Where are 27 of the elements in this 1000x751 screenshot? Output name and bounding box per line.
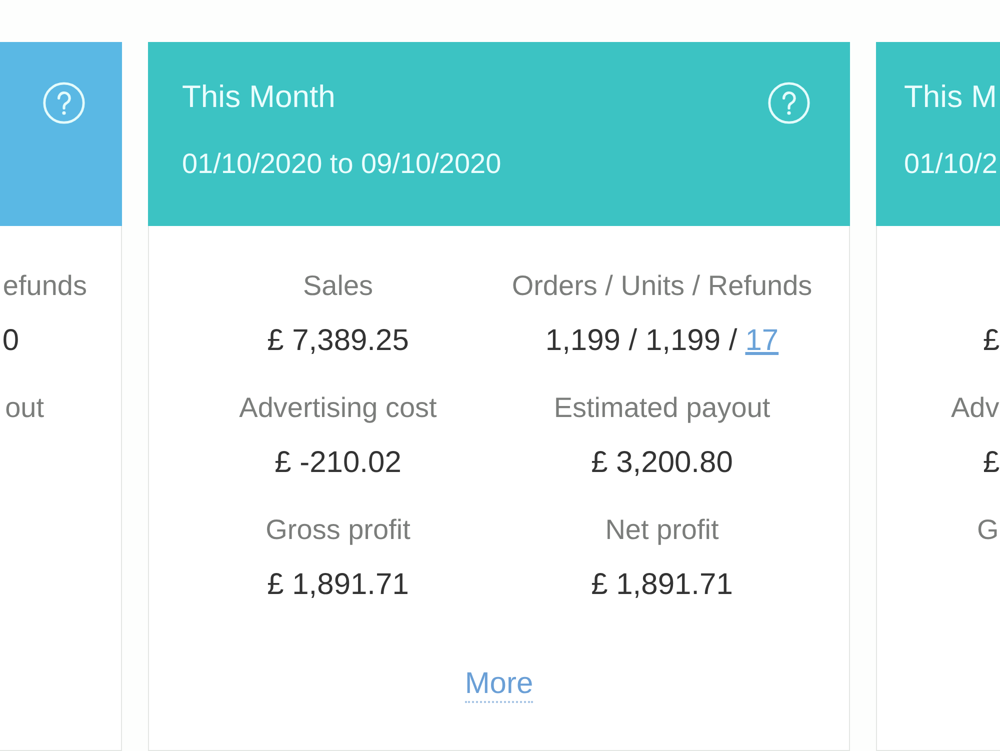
stat-value: £ -210.02 xyxy=(274,446,402,479)
stat-label: efunds xyxy=(2,270,87,301)
stat-label: G xyxy=(977,514,999,545)
stat-label: Advertising cost xyxy=(239,392,437,423)
stat-value: £ xyxy=(983,324,1000,357)
stat-label: Sales xyxy=(302,270,374,301)
more-link[interactable]: More xyxy=(464,667,534,703)
stat-value: 0 xyxy=(2,324,19,357)
stat-value: £ xyxy=(983,446,1000,479)
stat-value: £ 1,891.71 xyxy=(591,568,733,601)
stat-value: £ 7,389.25 xyxy=(267,324,409,357)
stat-label: Gross profit xyxy=(266,514,410,545)
stat-value: £ 3,200.80 xyxy=(591,446,733,479)
stat-label: out xyxy=(5,392,44,423)
date-range: 01/10/2020 to 09/10/2020 xyxy=(182,147,502,181)
card-title: This Month xyxy=(182,78,336,116)
help-icon[interactable] xyxy=(43,82,85,124)
stat-value: 1,199 / 1,199 / xyxy=(545,324,738,357)
date-range: 01/10/2 xyxy=(904,147,998,181)
stat-label: Adv xyxy=(951,392,1000,423)
stat-label: Net profit xyxy=(605,514,719,545)
stat-label: Orders / Units / Refunds xyxy=(512,270,812,301)
stat-label: Estimated payout xyxy=(554,392,770,423)
help-icon[interactable] xyxy=(768,82,810,124)
stat-value: £ 1,891.71 xyxy=(267,568,409,601)
count-link[interactable]: 17 xyxy=(745,324,779,357)
card-title: This M xyxy=(904,78,998,116)
